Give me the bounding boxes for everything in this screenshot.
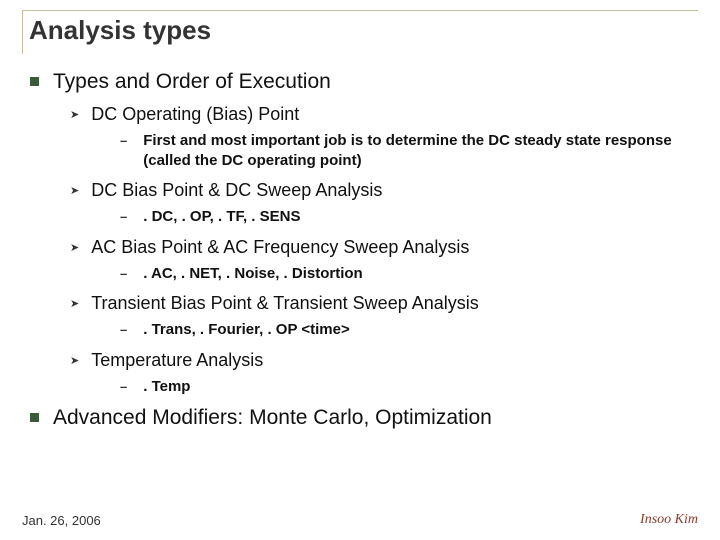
- l1-text: Types and Order of Execution: [53, 70, 331, 94]
- title-container: Analysis types: [22, 10, 698, 54]
- dash-bullet-icon: –: [120, 133, 127, 148]
- bullet-l2: ➤ DC Operating (Bias) Point: [70, 104, 698, 125]
- l2-text: AC Bias Point & AC Frequency Sweep Analy…: [91, 237, 469, 258]
- bullet-l3: – . Trans, . Fourier, . OP <time>: [120, 320, 698, 340]
- slide: Analysis types Types and Order of Execut…: [0, 0, 720, 430]
- bullet-l3: – . DC, . OP, . TF, . SENS: [120, 207, 698, 227]
- footer-author: Insoo Kim: [640, 512, 698, 528]
- dash-bullet-icon: –: [120, 209, 127, 224]
- l2-text: DC Bias Point & DC Sweep Analysis: [91, 180, 382, 201]
- footer: Jan. 26, 2006 Insoo Kim: [22, 512, 698, 528]
- l1-text: Advanced Modifiers: Monte Carlo, Optimiz…: [53, 406, 492, 430]
- slide-content: Types and Order of Execution ➤ DC Operat…: [22, 70, 698, 430]
- chevron-bullet-icon: ➤: [70, 108, 79, 121]
- bullet-l2: ➤ Transient Bias Point & Transient Sweep…: [70, 293, 698, 314]
- dash-bullet-icon: –: [120, 379, 127, 394]
- l3-text: . AC, . NET, . Noise, . Distortion: [143, 264, 362, 284]
- chevron-bullet-icon: ➤: [70, 241, 79, 254]
- bullet-l2: ➤ Temperature Analysis: [70, 350, 698, 371]
- l3-text: First and most important job is to deter…: [143, 131, 673, 170]
- l3-text: . Trans, . Fourier, . OP <time>: [143, 320, 349, 340]
- chevron-bullet-icon: ➤: [70, 297, 79, 310]
- l3-text: . DC, . OP, . TF, . SENS: [143, 207, 300, 227]
- l2-text: Temperature Analysis: [91, 350, 263, 371]
- bullet-l2: ➤ AC Bias Point & AC Frequency Sweep Ana…: [70, 237, 698, 258]
- dash-bullet-icon: –: [120, 322, 127, 337]
- square-bullet-icon: [30, 77, 39, 86]
- bullet-l1: Types and Order of Execution: [30, 70, 698, 94]
- l3-text: . Temp: [143, 377, 190, 397]
- bullet-l3: – . AC, . NET, . Noise, . Distortion: [120, 264, 698, 284]
- slide-title: Analysis types: [29, 15, 698, 46]
- chevron-bullet-icon: ➤: [70, 354, 79, 367]
- dash-bullet-icon: –: [120, 266, 127, 281]
- square-bullet-icon: [30, 413, 39, 422]
- bullet-l3: – First and most important job is to det…: [120, 131, 698, 170]
- bullet-l2: ➤ DC Bias Point & DC Sweep Analysis: [70, 180, 698, 201]
- footer-date: Jan. 26, 2006: [22, 513, 101, 528]
- bullet-l1: Advanced Modifiers: Monte Carlo, Optimiz…: [30, 406, 698, 430]
- bullet-l3: – . Temp: [120, 377, 698, 397]
- l2-text: DC Operating (Bias) Point: [91, 104, 299, 125]
- l2-text: Transient Bias Point & Transient Sweep A…: [91, 293, 479, 314]
- chevron-bullet-icon: ➤: [70, 184, 79, 197]
